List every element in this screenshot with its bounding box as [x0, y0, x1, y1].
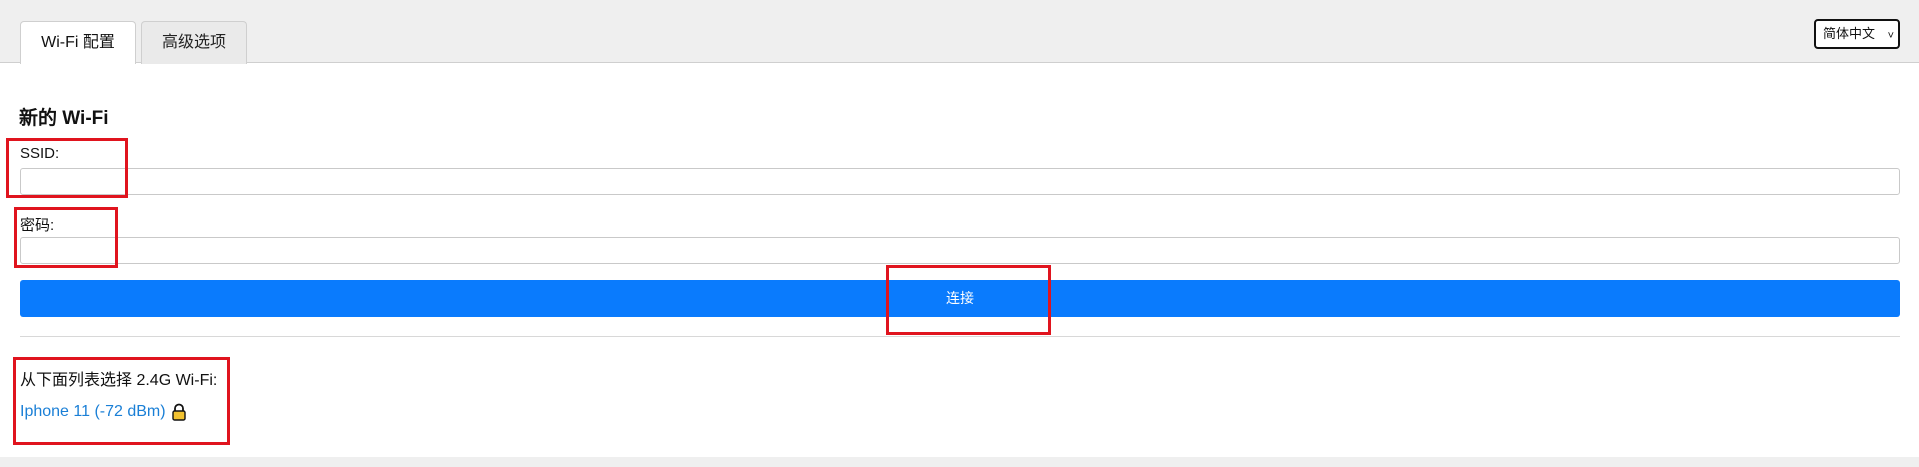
connect-button[interactable]: 连接	[20, 280, 1900, 317]
password-label: 密码:	[20, 217, 55, 234]
divider	[20, 336, 1900, 337]
lock-icon	[172, 403, 186, 421]
footer-strip	[0, 457, 1919, 467]
tab-advanced-options[interactable]: 高级选项	[141, 21, 247, 64]
password-input[interactable]	[20, 237, 1900, 264]
language-select-value: 简体中文	[1823, 26, 1876, 41]
tab-bar: Wi-Fi 配置 高级选项 简体中文 ˅	[0, 0, 1919, 64]
tab-wifi-config[interactable]: Wi-Fi 配置	[20, 21, 136, 64]
language-select[interactable]: 简体中文 ˅	[1814, 19, 1900, 49]
network-list-caption: 从下面列表选择 2.4G Wi-Fi:	[20, 372, 218, 389]
chevron-down-icon: ˅	[1887, 30, 1894, 42]
ssid-label: SSID:	[20, 145, 60, 162]
ssid-input[interactable]	[20, 168, 1900, 195]
network-item[interactable]: Iphone 11 (-72 dBm)	[20, 403, 166, 421]
section-title: 新的 Wi-Fi	[19, 108, 109, 129]
